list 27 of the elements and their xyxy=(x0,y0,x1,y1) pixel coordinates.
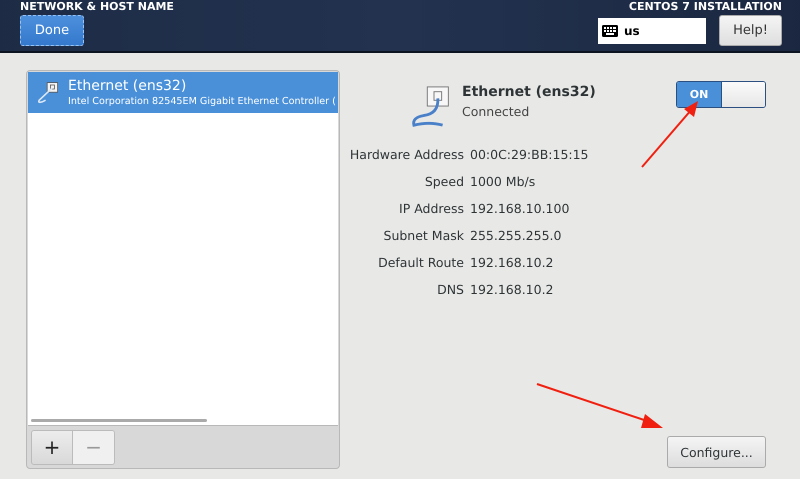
help-button[interactable]: Help! xyxy=(719,15,782,46)
done-button[interactable]: Done xyxy=(20,15,84,46)
property-label: Speed xyxy=(424,173,464,190)
connection-status: Connected xyxy=(462,104,530,119)
property-label: Subnet Mask xyxy=(382,227,464,244)
ethernet-icon xyxy=(36,80,60,106)
property-label: Hardware Address xyxy=(348,146,464,163)
scrollbar[interactable] xyxy=(31,419,207,422)
keyboard-icon xyxy=(602,24,618,36)
page-title: NETWORK & HOST NAME xyxy=(20,1,174,13)
property-value: 255.255.255.0 xyxy=(470,227,562,244)
add-button[interactable]: + xyxy=(31,430,73,464)
device-title: Ethernet (ens32) xyxy=(462,84,597,100)
property-label: Default Route xyxy=(377,254,464,271)
product-title: CENTOS 7 INSTALLATION xyxy=(628,1,782,13)
annotation-arrow xyxy=(640,99,700,169)
device-name: Ethernet (ens32) xyxy=(68,78,188,94)
property-value: 192.168.10.2 xyxy=(470,281,554,298)
configure-button[interactable]: Configure... xyxy=(667,436,766,468)
property-value: 192.168.10.100 xyxy=(470,200,570,217)
device-description: Intel Corporation 82545EM Gigabit Ethernet Controller ( xyxy=(68,94,336,108)
property-value: 1000 Mb/s xyxy=(470,173,536,190)
property-label: IP Address xyxy=(398,200,464,217)
property-value: 00:0C:29:BB:15:15 xyxy=(470,146,589,163)
property-value: 192.168.10.2 xyxy=(470,254,554,271)
keyboard-layout-field[interactable]: us xyxy=(598,18,706,44)
property-label: DNS xyxy=(436,281,464,298)
